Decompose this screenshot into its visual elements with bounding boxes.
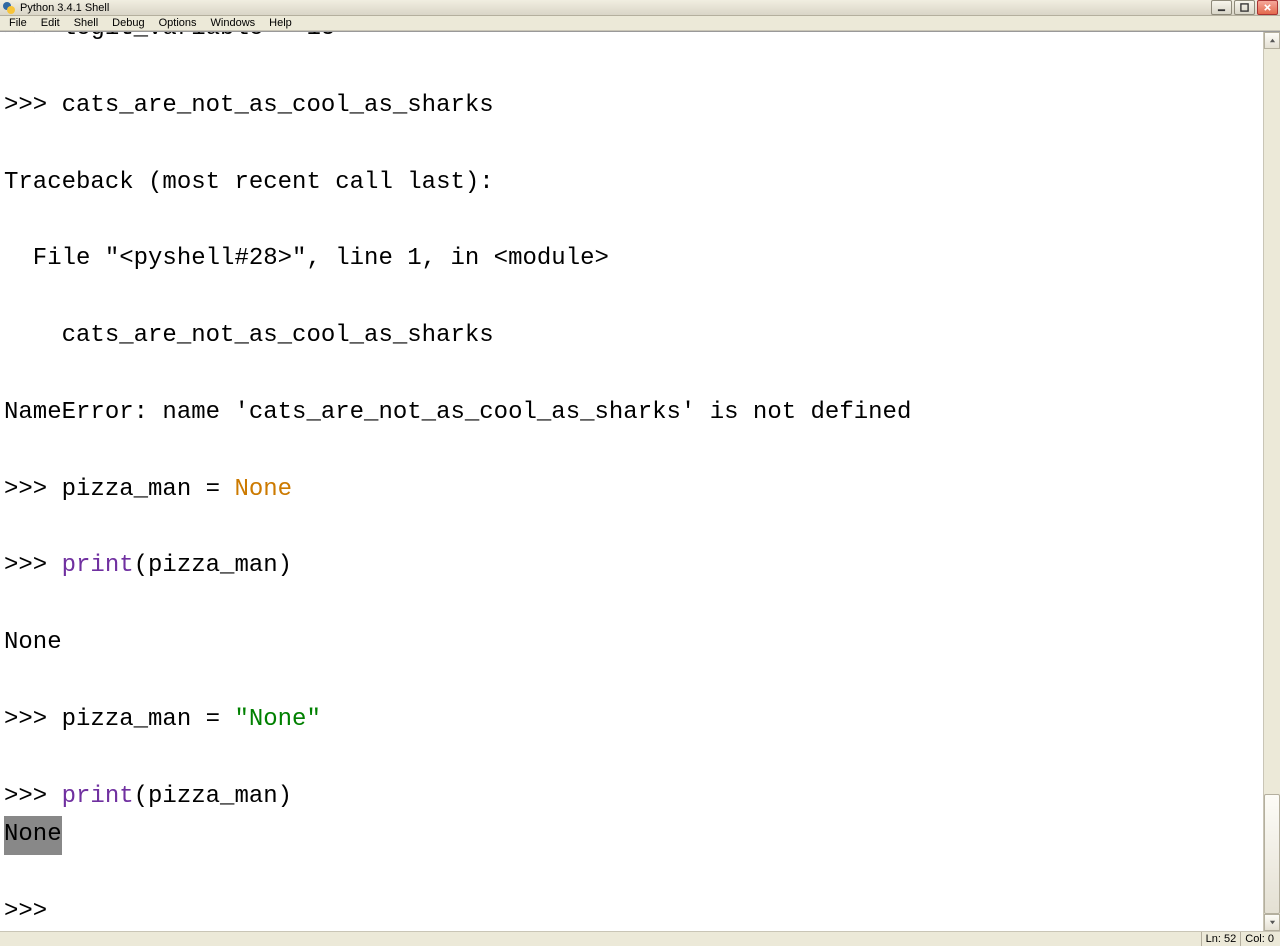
status-line: Ln: 52: [1201, 932, 1241, 946]
code-line: >>> cats_are_not_as_cool_as_sharks: [4, 87, 1259, 125]
status-bar: Ln: 52 Col: 0: [0, 931, 1280, 946]
scroll-track[interactable]: [1264, 49, 1280, 914]
vertical-scrollbar[interactable]: [1263, 32, 1280, 931]
traceback-line: NameError: name 'cats_are_not_as_cool_as…: [4, 394, 1259, 432]
output-line: None: [4, 624, 1259, 662]
scroll-down-button[interactable]: [1264, 914, 1280, 931]
menu-windows[interactable]: Windows: [204, 16, 263, 30]
blank-line: [4, 125, 1259, 163]
menu-help[interactable]: Help: [262, 16, 299, 30]
code-line: [4, 48, 1259, 86]
menu-options[interactable]: Options: [152, 16, 204, 30]
blank-line: [4, 855, 1259, 893]
prompt-line: >>>: [4, 893, 1259, 931]
blank-line: [4, 279, 1259, 317]
blank-line: [4, 202, 1259, 240]
menu-file[interactable]: File: [2, 16, 34, 30]
python-icon: [2, 1, 16, 15]
blank-line: [4, 739, 1259, 777]
scroll-thumb[interactable]: [1264, 794, 1280, 914]
blank-line: [4, 586, 1259, 624]
code-line: >>> print(pizza_man): [4, 547, 1259, 585]
traceback-line: File "<pyshell#28>", line 1, in <module>: [4, 240, 1259, 278]
blank-line: [4, 356, 1259, 394]
shell-text-area[interactable]: >>> legit_variable = 15 >>> cats_are_not…: [0, 32, 1263, 931]
menu-shell[interactable]: Shell: [67, 16, 105, 30]
blank-line: [4, 432, 1259, 470]
output-line: None: [4, 816, 1259, 854]
menu-debug[interactable]: Debug: [105, 16, 151, 30]
maximize-button[interactable]: [1234, 0, 1255, 15]
title-bar: Python 3.4.1 Shell: [0, 0, 1280, 16]
window-title: Python 3.4.1 Shell: [20, 2, 1211, 14]
blank-line: [4, 509, 1259, 547]
code-line: >>> pizza_man = "None": [4, 701, 1259, 739]
code-line: >>> legit_variable = 15: [4, 32, 1259, 48]
minimize-button[interactable]: [1211, 0, 1232, 15]
menu-bar: File Edit Shell Debug Options Windows He…: [0, 16, 1280, 31]
status-col: Col: 0: [1240, 932, 1278, 946]
traceback-line: cats_are_not_as_cool_as_sharks: [4, 317, 1259, 355]
selected-text: None: [4, 816, 62, 854]
blank-line: [4, 663, 1259, 701]
traceback-line: Traceback (most recent call last):: [4, 164, 1259, 202]
code-line: >>> pizza_man = None: [4, 471, 1259, 509]
content-area: >>> legit_variable = 15 >>> cats_are_not…: [0, 31, 1280, 931]
window-controls: [1211, 0, 1278, 15]
scroll-up-button[interactable]: [1264, 32, 1280, 49]
menu-edit[interactable]: Edit: [34, 16, 67, 30]
close-button[interactable]: [1257, 0, 1278, 15]
code-line: >>> print(pizza_man): [4, 778, 1259, 816]
